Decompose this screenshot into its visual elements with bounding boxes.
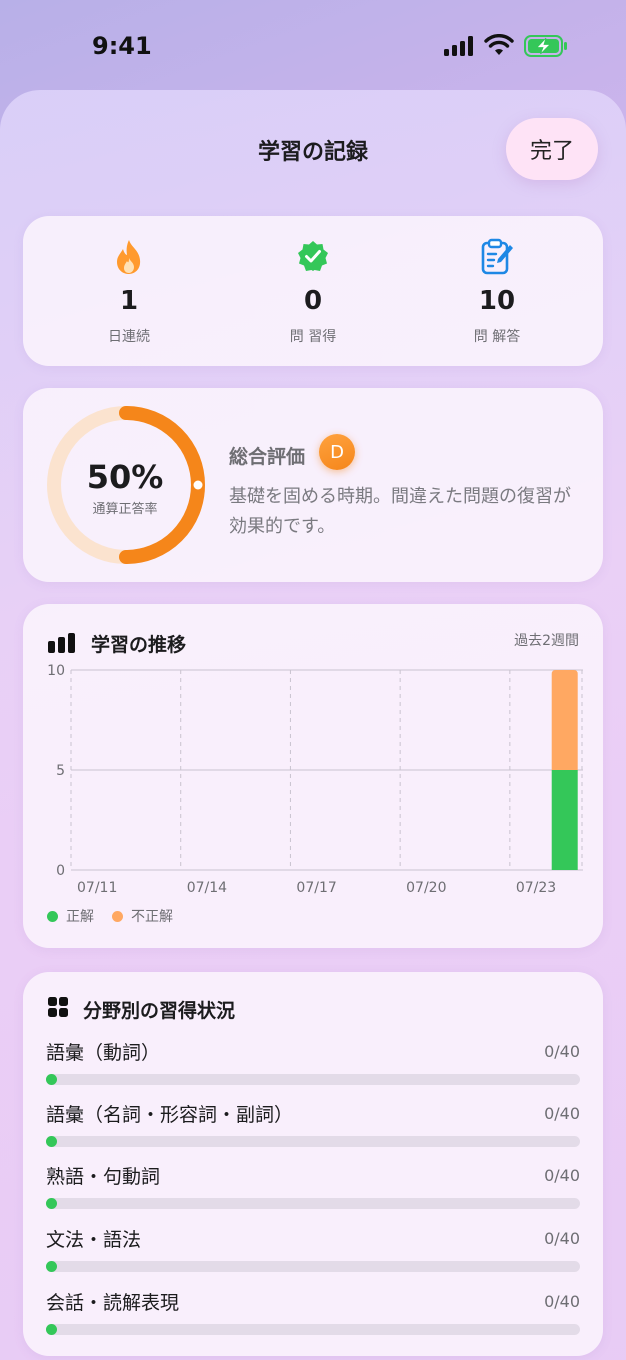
chart-y-tick-label: 0 bbox=[56, 863, 65, 879]
category-progress-fill bbox=[46, 1198, 57, 1209]
trend-range: 過去2週間 bbox=[514, 633, 579, 649]
battery-charging-icon bbox=[524, 35, 567, 57]
category-title: 分野別の習得状況 bbox=[83, 1000, 236, 1022]
chart-x-tick-label: 07/20 bbox=[406, 880, 446, 896]
cellular-signal-icon bbox=[444, 36, 473, 56]
chart-y-tick-label: 5 bbox=[56, 763, 65, 779]
chart-x-tick-label: 07/14 bbox=[187, 880, 227, 896]
stat-streak-label: 日連続 bbox=[108, 329, 150, 345]
clipboard-pencil-icon bbox=[481, 238, 513, 275]
grid-icon bbox=[48, 997, 68, 1017]
category-row[interactable]: 文法・語法 0/40 bbox=[46, 1225, 580, 1281]
category-progress-track bbox=[46, 1074, 580, 1085]
category-row[interactable]: 語彙（名詞・形容詞・副詞） 0/40 bbox=[46, 1100, 580, 1156]
category-progress-fill bbox=[46, 1074, 57, 1085]
category-name: 熟語・句動詞 bbox=[46, 1166, 161, 1188]
chart-y-tick-label: 10 bbox=[47, 663, 65, 679]
category-progress-track bbox=[46, 1261, 580, 1272]
stats-card: 1 日連続 0 問 習得 10 問 解答 bbox=[23, 216, 603, 366]
done-button[interactable]: 完了 bbox=[506, 118, 598, 180]
category-progress-fill bbox=[46, 1324, 57, 1335]
category-count: 0/40 bbox=[544, 1229, 580, 1248]
category-count: 0/40 bbox=[544, 1166, 580, 1185]
stat-streak-value: 1 bbox=[119, 286, 139, 316]
legend-incorrect-dot bbox=[112, 910, 123, 922]
category-progress-track bbox=[46, 1136, 580, 1147]
category-card: 分野別の習得状況 語彙（動詞） 0/40 語彙（名詞・形容詞・副詞） 0/40 … bbox=[23, 972, 603, 1356]
grade-badge: D bbox=[319, 434, 355, 470]
status-time: 9:41 bbox=[92, 32, 152, 60]
category-progress-fill bbox=[46, 1136, 57, 1147]
legend-correct: 正解 bbox=[47, 906, 94, 926]
stat-answered-value: 10 bbox=[478, 286, 516, 316]
category-progress-track bbox=[46, 1324, 580, 1335]
trend-card: 学習の推移 過去2週間 0 5 10 07/11 07/14 07/17 07/20 07/2… bbox=[23, 604, 603, 948]
chart-x-tick-label: 07/11 bbox=[77, 880, 117, 896]
legend-correct-label: 正解 bbox=[66, 909, 94, 925]
chart-x-tick-label: 07/17 bbox=[296, 880, 336, 896]
legend-correct-dot bbox=[47, 910, 58, 922]
stat-answered-label: 問 解答 bbox=[473, 329, 521, 345]
stat-mastered-value: 0 bbox=[303, 286, 323, 316]
category-count: 0/40 bbox=[544, 1104, 580, 1123]
stat-mastered-label: 問 習得 bbox=[289, 329, 337, 345]
trend-title: 学習の推移 bbox=[91, 634, 187, 656]
category-name: 語彙（名詞・形容詞・副詞） bbox=[46, 1104, 294, 1126]
evaluation-title: 総合評価 bbox=[229, 446, 306, 468]
category-count: 0/40 bbox=[544, 1292, 580, 1311]
evaluation-description: 基礎を固める時期。間違えた問題の復習が効果的です。 bbox=[229, 486, 571, 537]
category-row[interactable]: 会話・読解表現 0/40 bbox=[46, 1288, 580, 1344]
accuracy-percent: 50% bbox=[86, 458, 164, 496]
chart-bar-segment bbox=[551, 770, 578, 870]
accuracy-label: 通算正答率 bbox=[92, 502, 158, 517]
legend-incorrect-label: 不正解 bbox=[131, 909, 173, 925]
category-row[interactable]: 熟語・句動詞 0/40 bbox=[46, 1162, 580, 1218]
category-count: 0/40 bbox=[544, 1042, 580, 1061]
category-name: 語彙（動詞） bbox=[46, 1042, 161, 1064]
checkmark-seal-icon bbox=[298, 241, 328, 271]
trend-chart: 0 5 10 07/11 07/14 07/17 07/20 07/23 bbox=[47, 663, 583, 896]
evaluation-card: 50% 通算正答率 総合評価 D 基礎を固める時期。間違えた問題の復習が効果的で… bbox=[23, 388, 603, 582]
chart-x-tick-label: 07/23 bbox=[516, 880, 556, 896]
legend-incorrect: 不正解 bbox=[112, 906, 173, 926]
chart-legend: 正解 不正解 bbox=[47, 906, 173, 926]
wifi-icon bbox=[484, 34, 514, 55]
category-progress-track bbox=[46, 1198, 580, 1209]
category-name: 会話・読解表現 bbox=[46, 1292, 180, 1314]
bar-chart-icon bbox=[48, 633, 75, 653]
chart-bar-segment bbox=[551, 670, 578, 770]
status-bar: 9:41 bbox=[0, 0, 626, 90]
flame-icon bbox=[117, 240, 141, 274]
category-progress-fill bbox=[46, 1261, 57, 1272]
category-name: 文法・語法 bbox=[46, 1229, 142, 1251]
category-row[interactable]: 語彙（動詞） 0/40 bbox=[46, 1038, 580, 1094]
